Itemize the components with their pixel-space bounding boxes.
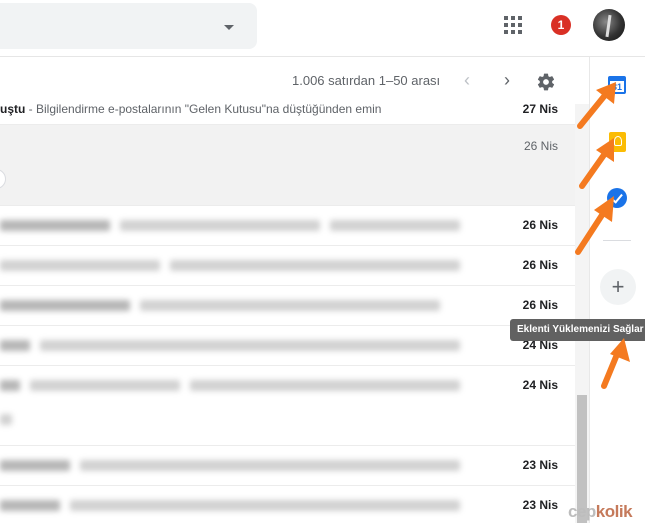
search-box[interactable]: [0, 3, 257, 49]
email-row[interactable]: 26 Nis: [0, 125, 575, 206]
email-date: 24 Nis: [522, 378, 558, 392]
account-avatar[interactable]: [593, 9, 625, 41]
next-page-button[interactable]: ›: [498, 71, 516, 89]
email-row[interactable]: uştu - Bilgilendirme e-postalarının "Gel…: [0, 104, 575, 125]
notification-badge[interactable]: 1: [551, 15, 571, 35]
email-row[interactable]: 23 Nis: [0, 446, 575, 486]
email-row[interactable]: 26 Nis: [0, 206, 575, 246]
pagination-range-text: 1.006 satırdan 1–50 arası: [292, 73, 441, 88]
watermark-logo: cepkolik: [568, 502, 633, 521]
email-row[interactable]: 26 Nis: [0, 286, 575, 326]
arrow-icon: [577, 82, 616, 129]
prev-page-button[interactable]: ‹: [458, 71, 476, 89]
search-options-dropdown-icon[interactable]: [224, 25, 234, 30]
add-addon-button[interactable]: +: [600, 269, 636, 305]
email-row[interactable]: 23 Nis: [0, 486, 575, 523]
gear-icon[interactable]: [536, 72, 556, 92]
app-header: 1: [0, 0, 645, 57]
email-date: 23 Nis: [522, 498, 558, 512]
email-date: 26 Nis: [522, 258, 558, 272]
email-date: 23 Nis: [522, 458, 558, 472]
email-row[interactable]: 24 Nis: [0, 366, 575, 446]
email-date: 27 Nis: [522, 104, 558, 116]
apps-grid-icon[interactable]: [504, 16, 522, 34]
email-subject: uştu - Bilgilendirme e-postalarının "Gel…: [0, 104, 382, 116]
attachment-chip[interactable]: [0, 169, 6, 189]
email-date: 26 Nis: [522, 218, 558, 232]
email-list: uştu - Bilgilendirme e-postalarının "Gel…: [0, 104, 575, 523]
arrow-icon: [575, 196, 614, 255]
email-row[interactable]: 26 Nis: [0, 246, 575, 286]
email-row[interactable]: 24 Nis: [0, 326, 575, 366]
arrow-icon: [601, 338, 630, 389]
email-date: 26 Nis: [523, 139, 558, 153]
arrow-icon: [579, 138, 614, 189]
email-date: 26 Nis: [522, 298, 558, 312]
list-toolbar: 1.006 satırdan 1–50 arası ‹ ›: [0, 57, 575, 104]
